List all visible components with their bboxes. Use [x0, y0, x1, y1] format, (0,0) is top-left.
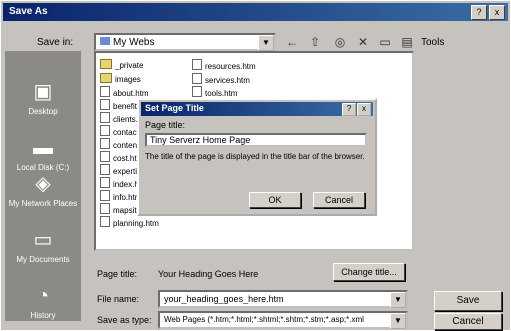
dialog-title: Set Page Title	[145, 103, 204, 113]
desktop-icon: ▣	[33, 81, 53, 103]
file-icon	[100, 99, 110, 110]
disk-icon: ▬	[33, 137, 53, 159]
dialog-page-title-label: Page title:	[145, 120, 186, 130]
list-item[interactable]: resources.htm	[192, 59, 256, 71]
save-in-dropdown[interactable]: My Webs ▼	[94, 33, 276, 51]
list-item[interactable]: planning.htm	[100, 216, 159, 228]
place-history[interactable]: ◔ History	[5, 283, 81, 320]
list-item[interactable]: images	[100, 73, 141, 84]
save-as-window: Save As ? x Save in: My Webs ▼ ← ⇧ ◎ ✕ ▭…	[0, 0, 511, 331]
save-button[interactable]: Save	[434, 291, 502, 311]
cancel-button[interactable]: Cancel	[434, 313, 502, 330]
place-desktop[interactable]: ▣ Desktop	[5, 79, 81, 116]
file-icon	[100, 203, 110, 214]
chevron-down-icon[interactable]: ▼	[390, 313, 406, 329]
back-arrow-icon[interactable]: ←	[283, 34, 301, 50]
set-page-title-dialog: Set Page Title ? x Page title: Tiny Serv…	[137, 98, 377, 216]
close-button[interactable]: x	[489, 5, 505, 20]
list-item-label: planning.htm	[113, 219, 159, 228]
file-icon	[100, 86, 110, 97]
page-title-input-value: Tiny Serverz Home Page	[150, 135, 251, 145]
file-icon	[192, 86, 202, 97]
save-in-value: My Webs	[100, 37, 155, 48]
file-icon	[100, 216, 110, 227]
file-name-label: File name:	[97, 294, 140, 304]
dialog-help-button[interactable]: ?	[342, 103, 356, 116]
file-icon	[192, 73, 202, 84]
list-item[interactable]: services.htm	[192, 73, 250, 85]
place-documents[interactable]: ▭ My Documents	[5, 227, 81, 264]
web-folder-icon	[100, 37, 110, 45]
save-as-type-dropdown[interactable]: Web Pages (*.htm;*.html;*.shtml;*.shtm;*…	[158, 311, 408, 329]
up-folder-icon[interactable]: ⇧	[306, 34, 324, 50]
place-local-disk[interactable]: ▬ Local Disk (C:)	[5, 135, 81, 172]
views-icon[interactable]: ▤	[398, 34, 416, 50]
search-web-icon[interactable]: ◎	[331, 34, 349, 50]
list-item-label: about.htm	[113, 89, 149, 98]
place-network[interactable]: ◈ My Network Places	[5, 171, 81, 208]
title-bar: Save As ? x	[3, 3, 508, 21]
place-history-label: History	[30, 311, 56, 320]
list-item[interactable]: _private	[100, 59, 143, 70]
file-icon	[100, 164, 110, 175]
file-icon	[192, 59, 202, 70]
chevron-down-icon[interactable]: ▼	[390, 292, 406, 308]
network-icon: ◈	[35, 173, 51, 195]
page-title-value: Your Heading Goes Here	[158, 269, 259, 279]
file-icon	[100, 112, 110, 123]
change-title-button[interactable]: Change title...	[333, 263, 405, 281]
place-documents-label: My Documents	[16, 255, 70, 264]
history-icon: ◔	[36, 285, 50, 307]
list-item-label: tools.htm	[205, 89, 238, 98]
places-bar: ▣ Desktop ▬ Local Disk (C:) ◈ My Network…	[5, 51, 81, 321]
save-in-label: Save in:	[37, 37, 74, 48]
folder-icon	[100, 59, 112, 69]
page-title-input[interactable]: Tiny Serverz Home Page	[145, 133, 367, 147]
list-item[interactable]: tools.htm	[192, 86, 237, 98]
folder-icon	[100, 73, 112, 83]
save-as-type-value: Web Pages (*.htm;*.html;*.shtml;*.shtm;*…	[164, 315, 364, 324]
file-icon	[100, 177, 110, 188]
documents-icon: ▭	[33, 229, 53, 251]
chevron-down-icon[interactable]: ▼	[258, 35, 274, 51]
list-item-label: services.htm	[205, 76, 250, 85]
page-title-label: Page title:	[97, 269, 138, 279]
tools-menu[interactable]: Tools	[421, 37, 444, 48]
save-as-type-label: Save as type:	[97, 315, 152, 325]
place-network-label: My Network Places	[8, 199, 78, 208]
file-icon	[100, 190, 110, 201]
place-desktop-label: Desktop	[28, 107, 58, 116]
delete-icon[interactable]: ✕	[354, 34, 372, 50]
list-item[interactable]: info.htm	[100, 190, 141, 202]
file-icon	[100, 151, 110, 162]
list-item-label: _private	[115, 61, 144, 70]
file-name-value: your_heading_goes_here.htm	[164, 294, 284, 304]
dialog-close-button[interactable]: x	[357, 103, 371, 116]
file-icon	[100, 125, 110, 136]
new-folder-icon[interactable]: ▭	[376, 34, 394, 50]
list-item-label: images	[115, 75, 141, 84]
window-title: Save As	[9, 6, 48, 17]
dialog-title-bar: Set Page Title ? x	[141, 102, 373, 116]
dialog-ok-button[interactable]: OK	[249, 192, 301, 208]
help-button[interactable]: ?	[471, 5, 487, 20]
list-item[interactable]: about.htm	[100, 86, 149, 98]
list-item-label: resources.htm	[205, 62, 256, 71]
save-in-text: My Webs	[113, 37, 155, 48]
file-icon	[100, 138, 110, 149]
dialog-description: The title of the page is displayed in th…	[145, 152, 365, 161]
dialog-cancel-button[interactable]: Cancel	[313, 192, 365, 208]
file-name-input[interactable]: your_heading_goes_here.htm ▼	[158, 290, 408, 308]
